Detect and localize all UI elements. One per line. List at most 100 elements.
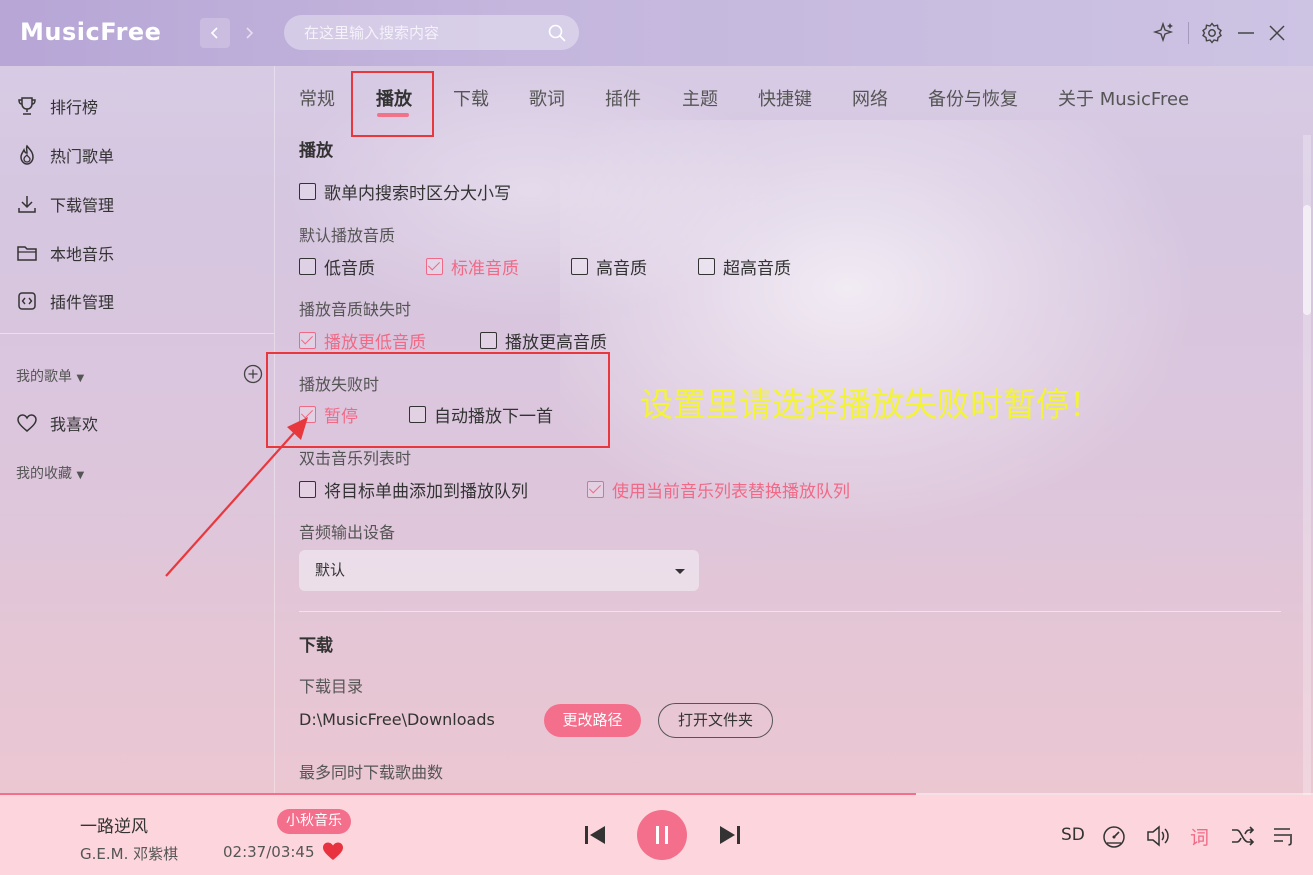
next-track-icon[interactable] [718,824,742,846]
checkbox-box[interactable] [299,258,316,275]
fire-icon [20,144,34,165]
checkbox-box[interactable] [587,481,604,498]
playback-time: 02:37/03:45 [223,843,315,861]
case-sensitive-checkbox[interactable]: 歌单内搜索时区分大小写 [299,179,511,204]
download-dir-value: D:\MusicFree\Downloads [299,710,495,729]
close-icon[interactable] [1265,21,1289,45]
tab-theme[interactable]: 主题 [682,85,718,111]
volume-icon[interactable] [1145,823,1171,849]
forward-button[interactable] [234,18,264,48]
checkbox-box[interactable] [426,258,443,275]
quality-toggle[interactable]: SD [1061,825,1085,845]
minimize-icon[interactable] [1234,21,1258,45]
checkbox-box[interactable] [299,332,316,349]
search-input[interactable] [284,15,534,50]
checkbox-label: 播放更高音质 [505,333,607,353]
my-sheets-label: 我的歌单 [16,369,72,385]
back-button[interactable] [200,18,230,48]
tab-download[interactable]: 下载 [453,85,489,111]
checkbox-box[interactable] [571,258,588,275]
sidebar-item-downloads[interactable]: 下载管理 [16,189,256,219]
tab-plugins[interactable]: 插件 [605,85,641,111]
app-logo: MusicFree [20,18,162,46]
add-sheet-icon[interactable] [243,364,263,384]
annotation-arrow-icon [165,417,308,577]
like-heart-icon[interactable] [322,841,344,861]
sidebar-item-plugins[interactable]: 插件管理 [16,286,256,316]
quality-standard-checkbox[interactable]: 标准音质 [426,254,519,279]
chevron-right-icon [246,27,254,39]
sidebar-item-label: 本地音乐 [50,245,115,264]
checkbox-label: 标准音质 [451,259,519,279]
playlist-icon[interactable] [1271,823,1297,849]
section-divider [299,611,1281,612]
checkbox-box[interactable] [480,332,497,349]
tab-general[interactable]: 常规 [299,85,335,111]
default-quality-label: 默认播放音质 [299,226,396,245]
highlight-box-playback-tab [351,71,434,137]
sidebar-item-hot-sheets[interactable]: 热门歌单 [16,140,256,170]
sidebar-item-label: 热门歌单 [50,147,115,166]
quality-super-checkbox[interactable]: 超高音质 [698,254,791,279]
change-path-button[interactable]: 更改路径 [544,704,641,737]
folder-icon [17,246,37,261]
previous-track-icon[interactable] [583,824,607,846]
open-folder-button[interactable]: 打开文件夹 [658,703,773,738]
annotation-text: 设置里请选择播放失败时暂停！ [640,385,1102,424]
sidebar-item-label: 下载管理 [50,196,115,215]
sparkle-theme-icon[interactable] [1152,21,1176,45]
checkbox-label: 播放更低音质 [324,333,426,353]
heart-icon [17,414,37,432]
tab-shortcuts[interactable]: 快捷键 [758,85,812,111]
dropdown-arrow-icon [675,569,685,574]
my-collections-label: 我的收藏 [16,466,72,482]
audio-output-select[interactable]: 默认 [299,550,699,591]
song-artist: G.E.M. 邓紫棋 [80,845,179,863]
caret-down-icon: ▼ [76,470,85,481]
sidebar-item-label: 我喜欢 [50,415,99,434]
playback-section-title: 播放 [299,141,333,161]
scrollbar-thumb[interactable] [1303,205,1311,315]
tab-about[interactable]: 关于 MusicFree [1058,85,1189,111]
plugin-icon [18,292,36,310]
trophy-icon [18,97,36,115]
checkbox-label: 低音质 [324,259,375,279]
caret-down-icon: ▼ [76,373,85,384]
sidebar-item-label: 插件管理 [50,293,115,312]
sidebar-item-local-music[interactable]: 本地音乐 [16,238,256,268]
checkbox-box[interactable] [698,258,715,275]
checkbox-label: 高音质 [596,259,647,279]
search-box[interactable] [284,15,579,50]
song-title[interactable]: 一路逆风 [80,812,148,837]
tab-network[interactable]: 网络 [852,85,888,111]
settings-gear-icon[interactable] [1200,21,1224,45]
sidebar-item-label: 排行榜 [50,98,99,117]
title-bar: MusicFree [0,0,1313,66]
quality-high-checkbox[interactable]: 高音质 [571,254,647,279]
shuffle-icon[interactable] [1230,823,1256,849]
play-higher-quality-checkbox[interactable]: 播放更高音质 [480,328,607,353]
checkbox-label: 将目标单曲添加到播放队列 [324,482,528,502]
replace-queue-checkbox[interactable]: 使用当前音乐列表替换播放队列 [587,477,850,502]
tab-lyrics[interactable]: 歌词 [529,85,565,111]
speed-gauge-icon[interactable] [1101,823,1127,849]
sidebar-item-charts[interactable]: 排行榜 [16,91,256,121]
checkbox-label: 歌单内搜索时区分大小写 [324,184,511,204]
my-sheets-toggle[interactable]: 我的歌单 ▼ [16,366,84,386]
search-icon[interactable] [547,23,567,43]
pause-button[interactable] [637,810,687,860]
add-to-queue-checkbox[interactable]: 将目标单曲添加到播放队列 [299,477,528,502]
checkbox-label: 超高音质 [723,259,791,279]
max-concurrent-label: 最多同时下载歌曲数 [299,763,444,782]
checkbox-box[interactable] [299,183,316,200]
chevron-left-icon [210,27,218,39]
sidebar-divider [0,333,274,334]
tab-backup[interactable]: 备份与恢复 [928,85,1018,111]
download-icon [18,196,36,213]
pause-icon [656,826,668,844]
quality-low-checkbox[interactable]: 低音质 [299,254,375,279]
my-collections-toggle[interactable]: 我的收藏 ▼ [16,463,84,483]
quality-missing-label: 播放音质缺失时 [299,300,412,319]
play-lower-quality-checkbox[interactable]: 播放更低音质 [299,328,426,353]
lyrics-toggle[interactable]: 词 [1190,823,1209,850]
